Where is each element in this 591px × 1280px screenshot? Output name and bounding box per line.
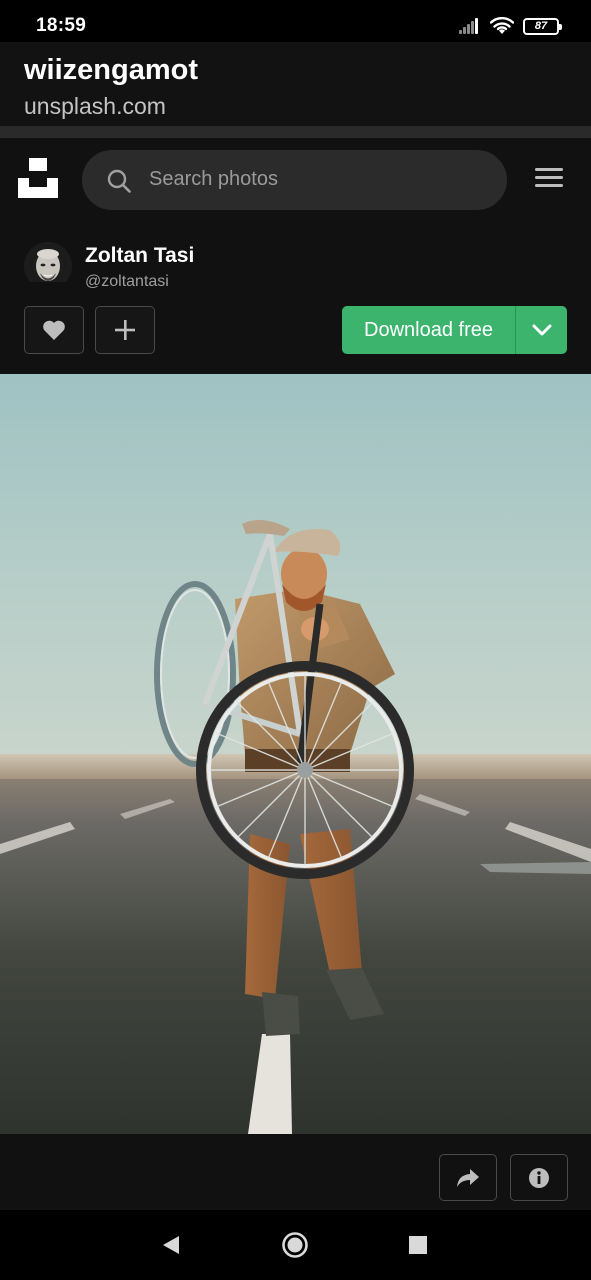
- chevron-down-icon: [532, 324, 551, 336]
- status-time: 18:59: [36, 15, 87, 36]
- search-input[interactable]: Search photos: [82, 150, 507, 210]
- page-url[interactable]: unsplash.com: [24, 93, 166, 120]
- battery-icon: 87: [523, 17, 562, 35]
- home-button[interactable]: [280, 1230, 310, 1260]
- download-button[interactable]: Download free: [342, 306, 567, 354]
- unsplash-logo[interactable]: [18, 158, 58, 198]
- share-button[interactable]: [439, 1154, 497, 1201]
- download-label: Download free: [364, 319, 493, 341]
- browser-title-bar: wiizengamot unsplash.com: [0, 42, 591, 126]
- wifi-icon: [490, 17, 514, 34]
- app-header: Search photos: [0, 138, 591, 222]
- signal-icon: [459, 18, 481, 34]
- plus-icon: [115, 320, 135, 340]
- page-title: wiizengamot: [24, 54, 199, 86]
- hamburger-menu-icon[interactable]: [535, 168, 563, 190]
- author-section: Zoltan Tasi @zoltantasi Download free: [0, 222, 591, 374]
- main-photo[interactable]: [0, 374, 591, 1134]
- back-icon: [163, 1236, 179, 1254]
- recents-icon: [409, 1236, 427, 1254]
- add-to-collection-button[interactable]: [95, 306, 155, 354]
- heart-icon: [43, 320, 65, 340]
- author-name[interactable]: Zoltan Tasi: [85, 244, 194, 268]
- back-button[interactable]: [156, 1230, 186, 1260]
- download-options-button[interactable]: [516, 306, 567, 354]
- title-bar-divider: [0, 126, 591, 138]
- avatar[interactable]: [24, 242, 72, 290]
- status-bar: 18:59 87: [0, 0, 591, 42]
- home-icon: [282, 1232, 308, 1258]
- status-icons: 87: [459, 16, 562, 36]
- recents-button[interactable]: [403, 1230, 433, 1260]
- info-icon: [529, 1167, 549, 1188]
- search-placeholder: Search photos: [149, 168, 278, 190]
- battery-level: 87: [534, 20, 548, 32]
- share-icon: [457, 1168, 479, 1187]
- photo-actions-bar: [0, 1134, 591, 1210]
- info-button[interactable]: [510, 1154, 568, 1201]
- author-handle[interactable]: @zoltantasi: [85, 273, 169, 291]
- search-icon: [107, 169, 131, 193]
- like-button[interactable]: [24, 306, 84, 354]
- system-nav-bar: [0, 1210, 591, 1280]
